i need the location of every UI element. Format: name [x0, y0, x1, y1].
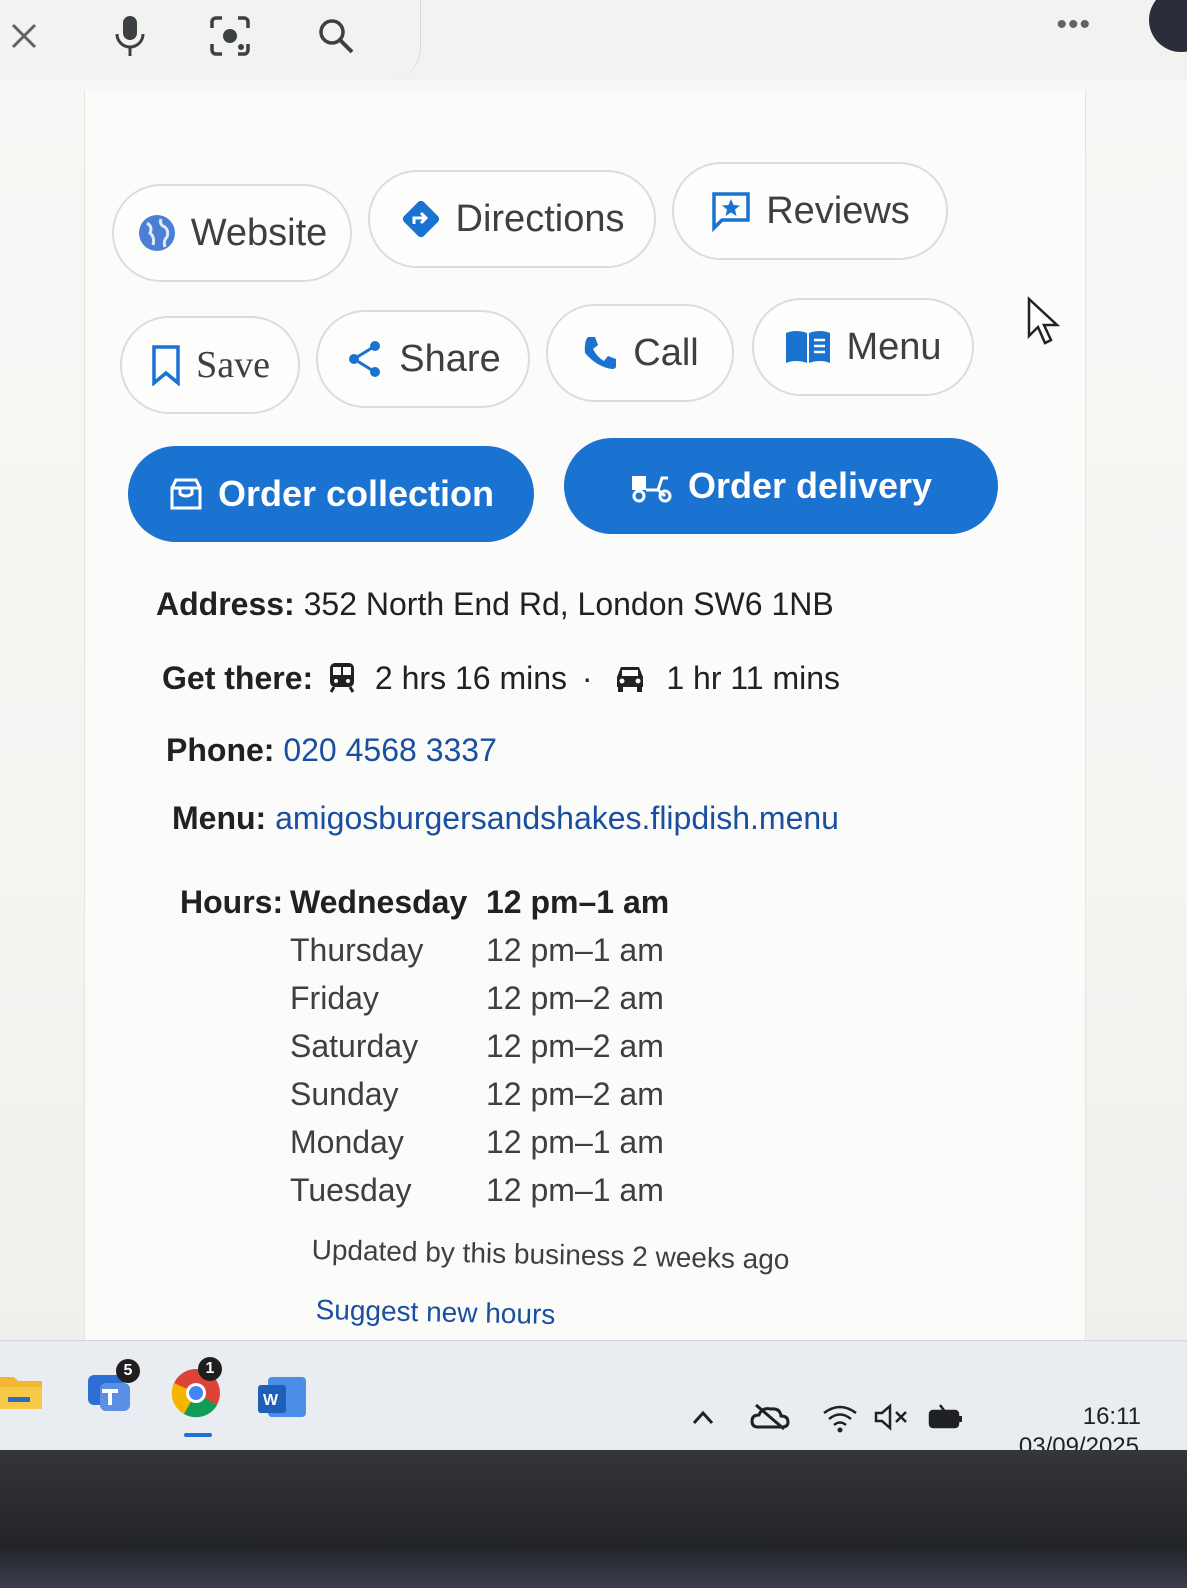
- hours-day: Saturday: [290, 1028, 419, 1064]
- hours-time: 12 pm–1 am: [486, 932, 664, 968]
- hours-day: Tuesday: [290, 1172, 412, 1208]
- active-app-indicator: [184, 1433, 212, 1437]
- order-collection-label: Order collection: [217, 473, 495, 514]
- menu-line: Menu: amigosburgersandshakes.flipdish.me…: [172, 800, 839, 837]
- get-there-label: Get there:: [162, 660, 314, 696]
- hours-day: Monday: [290, 1124, 404, 1160]
- menu-field-label: Menu:: [172, 800, 267, 836]
- chrome-badge: 1: [198, 1357, 222, 1381]
- save-label: Save: [196, 344, 270, 386]
- taskbar: 5 1 W 16:11 03/09/2025: [0, 1340, 1187, 1460]
- address-label: Address:: [156, 586, 295, 622]
- chrome-icon[interactable]: 1: [168, 1357, 224, 1419]
- phone-link[interactable]: 020 4568 3337: [283, 732, 497, 768]
- hours-label: Hours:: [180, 884, 284, 920]
- file-explorer-icon[interactable]: [0, 1363, 48, 1419]
- teams-badge: 5: [116, 1359, 140, 1383]
- menu-label: Menu: [846, 325, 942, 368]
- bookmark-icon: [152, 345, 180, 386]
- suggest-hours-link[interactable]: Suggest new hours: [315, 1294, 555, 1331]
- clock-time[interactable]: 16:11: [1083, 1403, 1141, 1431]
- monitor-bezel: [0, 1450, 1187, 1588]
- table-row: Saturday 12 pm–2 am: [290, 1028, 669, 1076]
- table-row: Friday 12 pm–2 am: [290, 980, 669, 1028]
- avatar[interactable]: [1149, 0, 1187, 52]
- reviews-icon: [712, 192, 750, 232]
- hours-time: 12 pm–1 am: [486, 1124, 664, 1160]
- search-icon[interactable]: [312, 12, 360, 60]
- address-value: 352 North End Rd, London SW6 1NB: [303, 586, 834, 622]
- directions-icon: [402, 200, 439, 238]
- microphone-icon[interactable]: [106, 12, 154, 60]
- hours-time: 12 pm–2 am: [486, 1028, 664, 1064]
- search-bar: •••: [0, 0, 1187, 81]
- get-there-line: Get there: 2 hrs 16 mins · 1 hr 11 mins: [162, 660, 840, 701]
- phone-icon: [585, 337, 617, 369]
- word-icon[interactable]: W: [254, 1371, 310, 1427]
- delivery-scooter-icon: [631, 476, 672, 503]
- teams-icon[interactable]: 5: [82, 1359, 140, 1419]
- store-icon: [170, 478, 202, 510]
- address-line: Address: 352 North End Rd, London SW6 1N…: [156, 586, 834, 623]
- hours-time: 12 pm–2 am: [486, 1076, 664, 1112]
- wifi-icon[interactable]: [820, 1403, 857, 1433]
- drive-time: 1 hr 11 mins: [666, 660, 841, 696]
- order-delivery-label: Order delivery: [687, 465, 933, 506]
- table-row: Monday 12 pm–1 am: [290, 1124, 669, 1172]
- hours-day: Sunday: [290, 1076, 399, 1112]
- share-label: Share: [399, 337, 501, 380]
- hours-day: Wednesday: [290, 884, 468, 920]
- order-delivery-button[interactable]: Order delivery: [564, 438, 998, 534]
- speaker-muted-icon[interactable]: [872, 1403, 907, 1431]
- menu-link[interactable]: amigosburgersandshakes.flipdish.menu: [275, 800, 839, 836]
- hours-time: 12 pm–2 am: [486, 980, 664, 1016]
- transit-time: 2 hrs 16 mins: [374, 660, 567, 696]
- directions-label: Directions: [455, 197, 625, 240]
- hours-day: Thursday: [290, 932, 424, 968]
- hours-table: Wednesday 12 pm–1 am Thursday 12 pm–1 am…: [290, 884, 669, 1220]
- save-button[interactable]: Save: [120, 316, 300, 414]
- table-row: Sunday 12 pm–2 am: [290, 1076, 669, 1124]
- onedrive-offline-icon[interactable]: [750, 1403, 790, 1431]
- chevron-up-icon[interactable]: [686, 1403, 720, 1431]
- table-row: Tuesday 12 pm–1 am: [290, 1172, 669, 1220]
- table-row: Thursday 12 pm–1 am: [290, 932, 669, 980]
- lens-camera-icon[interactable]: [206, 12, 254, 60]
- website-label: Website: [190, 211, 328, 254]
- word-letter: W: [263, 1392, 279, 1409]
- hours-time: 12 pm–1 am: [486, 1172, 664, 1208]
- separator: ·: [581, 660, 593, 696]
- directions-button[interactable]: Directions: [368, 170, 656, 268]
- table-row: Wednesday 12 pm–1 am: [290, 884, 669, 932]
- hours-day: Friday: [290, 980, 379, 1016]
- share-icon: [349, 341, 381, 377]
- train-icon: [328, 661, 356, 701]
- phone-line: Phone: 020 4568 3337: [166, 732, 497, 769]
- order-collection-button[interactable]: Order collection: [128, 446, 534, 542]
- website-button[interactable]: Website: [112, 184, 352, 282]
- menu-book-icon: [786, 331, 831, 363]
- reviews-label: Reviews: [766, 189, 910, 232]
- phone-label: Phone:: [166, 732, 275, 768]
- reviews-button[interactable]: Reviews: [672, 162, 948, 260]
- more-options-icon[interactable]: •••: [1056, 8, 1091, 42]
- car-icon: [613, 663, 647, 701]
- share-button[interactable]: Share: [316, 310, 530, 408]
- mouse-cursor-icon: [1026, 296, 1064, 353]
- call-label: Call: [633, 331, 699, 374]
- hours-time: 12 pm–1 am: [486, 884, 670, 920]
- menu-button[interactable]: Menu: [752, 298, 974, 396]
- globe-icon: [138, 215, 175, 251]
- search-box: [0, 0, 421, 80]
- close-icon[interactable]: [0, 12, 48, 60]
- battery-charging-icon[interactable]: [926, 1403, 962, 1431]
- call-button[interactable]: Call: [546, 304, 734, 402]
